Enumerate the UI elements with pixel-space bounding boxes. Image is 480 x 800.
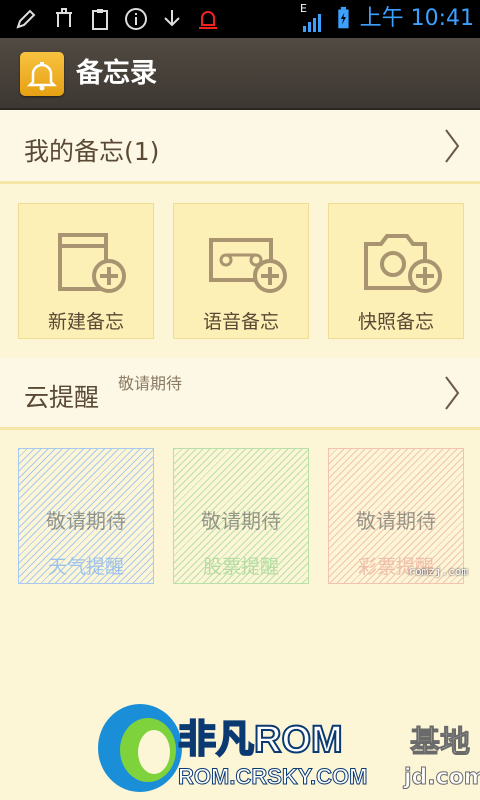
watermark-suffix-url: jd.com bbox=[403, 765, 480, 790]
chevron-right-icon bbox=[445, 129, 460, 163]
cloud-reminder-header[interactable]: 云提醒 敬请期待 bbox=[0, 358, 480, 430]
alarm-icon bbox=[199, 11, 217, 29]
clipboard-icon bbox=[92, 9, 108, 30]
coming-soon-note: 敬请期待 bbox=[118, 374, 183, 393]
weather-reminder-tile: 敬请期待 天气提醒 bbox=[18, 448, 154, 584]
weather-reminder-label: 天气提醒 bbox=[47, 556, 124, 578]
watermark-brand: 非凡ROM bbox=[178, 719, 343, 761]
snapshot-note-tile[interactable]: 快照备忘 bbox=[328, 203, 464, 339]
status-time: 上午 10:41 bbox=[359, 6, 474, 31]
info-icon bbox=[125, 8, 147, 30]
cloud-reminder-title: 云提醒 bbox=[24, 383, 100, 412]
watermark-logo: 非凡ROM ROM.CRSKY.COM 基地 jd.com bbox=[98, 704, 480, 792]
status-bar: E 上午 10:41 bbox=[0, 0, 480, 38]
new-note-tile[interactable]: 新建备忘 bbox=[18, 203, 154, 339]
app-title: 备忘录 bbox=[76, 58, 157, 89]
camera-note-icon bbox=[364, 234, 442, 293]
hanger-icon bbox=[56, 8, 72, 27]
battery-icon bbox=[338, 6, 349, 29]
bell-icon bbox=[26, 62, 58, 91]
signal-icon bbox=[303, 14, 321, 32]
app-icon[interactable] bbox=[20, 52, 64, 96]
pen-icon bbox=[16, 9, 36, 29]
chevron-right-icon bbox=[445, 376, 460, 410]
action-bar: 备忘录 bbox=[0, 38, 480, 110]
stock-reminder-tile: 敬请期待 股票提醒 bbox=[173, 448, 309, 584]
coming-soon-label: 敬请期待 bbox=[46, 509, 126, 533]
voice-note-tile[interactable]: 语音备忘 bbox=[173, 203, 309, 339]
coming-soon-label: 敬请期待 bbox=[356, 509, 436, 533]
corner-watermark: romzj.com bbox=[408, 565, 468, 578]
new-note-label: 新建备忘 bbox=[47, 311, 124, 333]
new-note-icon bbox=[58, 233, 126, 293]
lottery-reminder-tile: 敬请期待 彩票提醒 bbox=[328, 448, 464, 584]
watermark-suffix: 基地 bbox=[410, 725, 470, 760]
coming-soon-label: 敬请期待 bbox=[201, 509, 281, 533]
my-notes-header[interactable]: 我的备忘(1) bbox=[0, 110, 480, 184]
snapshot-note-label: 快照备忘 bbox=[357, 311, 434, 333]
voice-note-label: 语音备忘 bbox=[202, 311, 279, 333]
voice-note-icon bbox=[209, 238, 287, 293]
download-icon bbox=[164, 10, 180, 27]
stock-reminder-label: 股票提醒 bbox=[202, 556, 279, 578]
my-notes-title: 我的备忘(1) bbox=[24, 137, 160, 166]
watermark-url: ROM.CRSKY.COM bbox=[178, 764, 367, 789]
